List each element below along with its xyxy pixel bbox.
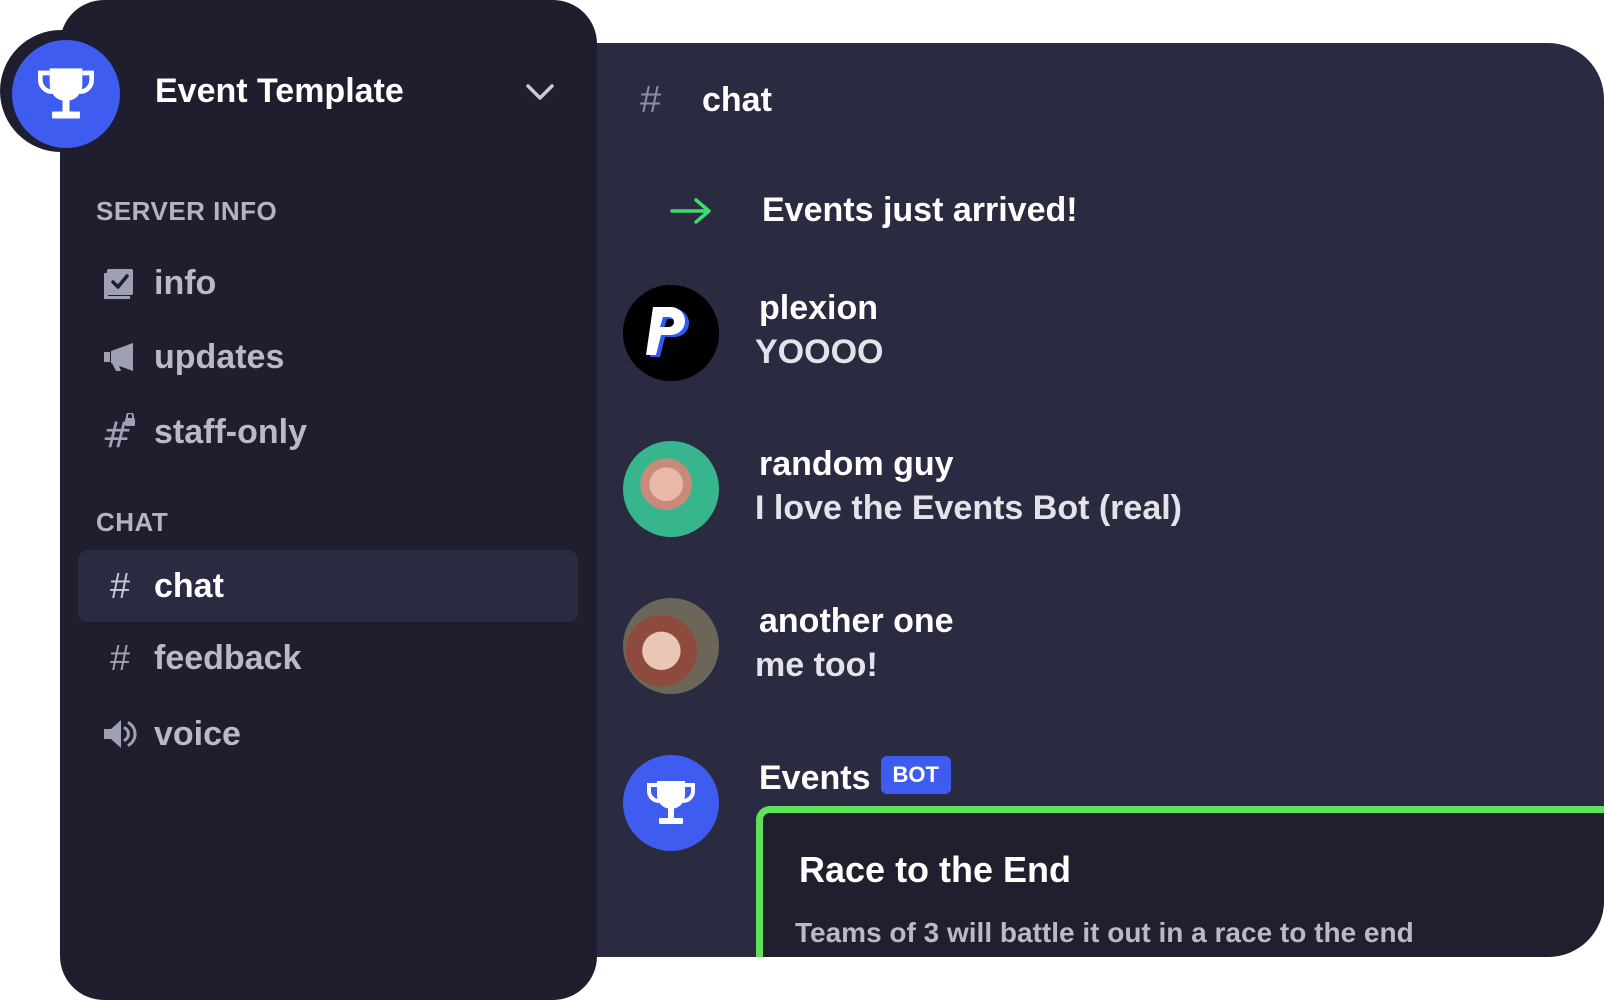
message-text: YOOOO [755, 333, 884, 371]
trophy-icon [38, 68, 94, 119]
message-author[interactable]: another one [759, 602, 954, 641]
locked-hash-icon: # [100, 412, 140, 452]
avatar[interactable] [623, 598, 719, 694]
channel-header: # chat [640, 75, 772, 125]
hash-icon: # [109, 637, 131, 678]
event-embed: Race to the End Teams of 3 will battle i… [756, 806, 1604, 957]
join-arrow-icon [670, 197, 711, 224]
channel-name: chat [154, 566, 224, 605]
message-item: plexion YOOOO [623, 285, 1523, 385]
system-message-text: Events just arrived! [762, 191, 1078, 229]
system-join-message: Events just arrived! [670, 191, 1078, 230]
trophy-icon [647, 781, 695, 824]
channel-title: chat [702, 80, 772, 119]
message-text: I love the Events Bot (real) [755, 489, 1182, 527]
bot-name[interactable]: Events [759, 759, 871, 798]
message-item: another one me too! [623, 598, 1523, 698]
message-author[interactable]: plexion [759, 289, 878, 328]
channel-name: staff-only [154, 412, 307, 451]
channel-item-info[interactable]: info [78, 247, 578, 319]
message-author[interactable]: Events BOT [759, 755, 951, 798]
speaker-icon [100, 714, 140, 754]
message-author[interactable]: random guy [759, 445, 954, 484]
server-name[interactable]: Event Template [155, 72, 404, 111]
avatar[interactable] [623, 441, 719, 537]
chevron-down-icon[interactable] [525, 82, 555, 102]
avatar[interactable] [623, 285, 719, 381]
channel-item-chat[interactable]: # chat [78, 550, 578, 622]
embed-description: Teams of 3 will battle it out in a race … [795, 917, 1414, 948]
category-server-info[interactable]: SERVER INFO [96, 196, 277, 227]
channel-sidebar [60, 0, 597, 1000]
hash-icon: # [109, 565, 131, 606]
chat-panel: # chat Events just arrived! plexion YOOO… [540, 43, 1604, 957]
megaphone-icon [100, 337, 140, 377]
avatar[interactable] [623, 755, 719, 851]
category-chat[interactable]: CHAT [96, 507, 168, 538]
message-text: me too! [755, 646, 878, 684]
channel-name: info [154, 263, 217, 302]
hash-icon: # [640, 78, 662, 121]
channel-item-voice[interactable]: voice [78, 698, 578, 770]
message-item: random guy I love the Events Bot (real) [623, 441, 1523, 541]
plexion-logo-icon [623, 285, 719, 381]
channel-item-feedback[interactable]: # feedback [78, 622, 578, 694]
embed-title: Race to the End [799, 849, 1072, 890]
channel-name: voice [154, 714, 241, 753]
channel-name: updates [154, 337, 285, 376]
server-icon[interactable] [12, 40, 120, 148]
channel-item-updates[interactable]: updates [78, 321, 578, 393]
channel-name: feedback [154, 638, 302, 677]
bot-badge: BOT [880, 755, 951, 794]
channel-item-staff-only[interactable]: # staff-only [78, 396, 578, 468]
rules-checkbox-icon [100, 263, 140, 303]
